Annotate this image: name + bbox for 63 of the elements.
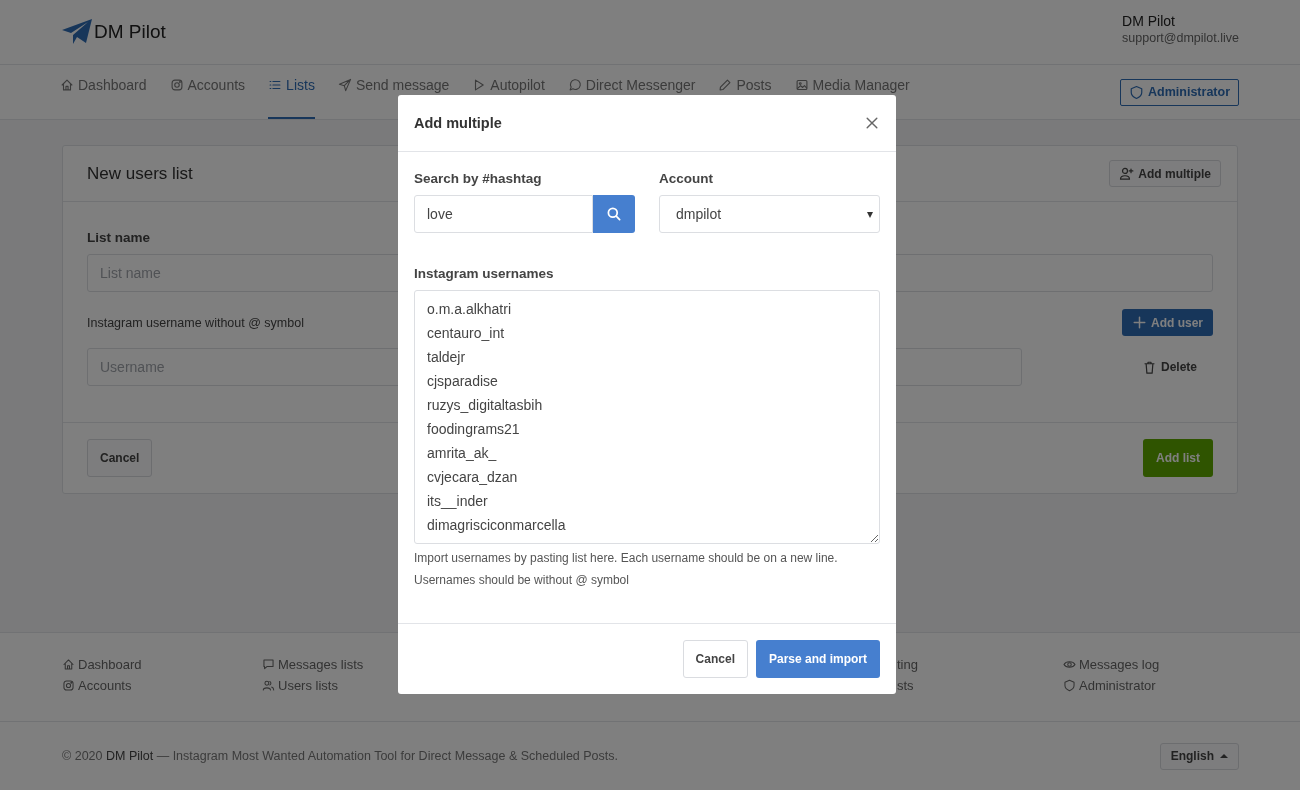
user-email: support@dmpilot.live	[1122, 31, 1239, 45]
delete-button[interactable]: Delete	[1131, 353, 1207, 381]
footer-link[interactable]: Users lists	[262, 675, 462, 696]
nav-tab[interactable]: Media Manager	[794, 65, 910, 119]
field-label: List name	[87, 230, 152, 245]
search-button[interactable]	[593, 195, 635, 233]
caret-icon	[867, 212, 873, 218]
image-icon	[794, 78, 809, 92]
parse-and-import-button[interactable]: Parse and import	[755, 640, 880, 678]
home-icon	[60, 78, 74, 92]
field-label: Instagram usernames	[414, 266, 555, 281]
shield-icon	[1129, 84, 1145, 100]
close-icon	[864, 115, 880, 131]
pencil-icon	[718, 78, 733, 92]
modal-title: Add multiple	[414, 115, 502, 131]
account-select[interactable]: dmpilot	[659, 195, 880, 233]
copyright-text: © 2020 DM Pilot — Instagram Most Wanted Automation Tool for Direct Message & Scheduled Posts.	[62, 749, 618, 763]
user-plus-icon	[1119, 166, 1135, 181]
field-label: Search by #hashtag	[414, 171, 543, 186]
add-user-button[interactable]: Add user	[1122, 309, 1213, 336]
trash-icon	[1141, 359, 1157, 375]
nav-tab[interactable]: Dashboard	[60, 65, 147, 119]
help-text: Import usernames by pasting list here. Each username should be on a new line.	[414, 550, 839, 567]
footer-link[interactable]: sts	[897, 675, 1063, 696]
user-name: DM Pilot	[1122, 13, 1176, 29]
footer-link[interactable]: Messages lists	[262, 654, 462, 675]
add-multiple-button[interactable]: Add multiple	[1109, 160, 1221, 187]
nav-tab[interactable]: Lists	[268, 65, 315, 119]
eye-icon	[1063, 658, 1076, 671]
field-hint: Instagram username without @ symbol	[87, 315, 304, 330]
cancel-button[interactable]: Cancel	[87, 439, 153, 477]
plus-icon	[1132, 315, 1147, 330]
card-title: New users list	[87, 163, 193, 184]
play-icon	[472, 78, 487, 92]
nav-tab[interactable]: Posts	[718, 65, 772, 119]
hashtag-field[interactable]: love	[414, 195, 593, 233]
search-icon	[606, 206, 622, 222]
shield-icon	[1063, 679, 1076, 692]
footer-link[interactable]: Administrator	[1063, 675, 1263, 696]
brand-name[interactable]: DM Pilot	[94, 21, 166, 43]
users-icon	[262, 679, 275, 692]
home-icon	[62, 658, 75, 671]
footer-link[interactable]: Dashboard	[62, 654, 262, 675]
chat-bubble-icon	[567, 78, 582, 92]
nav-tab[interactable]: Direct Messenger	[567, 65, 696, 119]
camera-icon	[169, 78, 184, 92]
nav-tab[interactable]: Accounts	[169, 65, 246, 119]
field-label: Account	[659, 171, 714, 186]
caret-icon	[1220, 754, 1228, 758]
footer-link[interactable]: ting	[897, 654, 1063, 675]
cancel-button[interactable]: Cancel	[682, 640, 748, 678]
usernames-field[interactable]: o.m.a.alkhatri centauro_int taldejr cjsparadise ruzys_digitaltasbih foodingrams21 amrita_ak_ cvjecara_dzan its__inder dimagrisciconmarcella	[414, 290, 880, 544]
help-text: Usernames should be without @ symbol	[414, 572, 630, 589]
add-list-button[interactable]: Add list	[1143, 439, 1213, 477]
camera-icon	[62, 679, 75, 692]
close-button[interactable]	[864, 115, 880, 131]
send-icon	[337, 78, 352, 92]
paper-plane-logo	[62, 19, 92, 45]
footer-link[interactable]: Accounts	[62, 675, 262, 696]
administrator-button[interactable]: Administrator	[1120, 78, 1239, 106]
footer-link[interactable]: Messages log	[1063, 654, 1263, 675]
language-dropdown[interactable]: English	[1159, 742, 1239, 770]
list-icon	[268, 78, 283, 92]
